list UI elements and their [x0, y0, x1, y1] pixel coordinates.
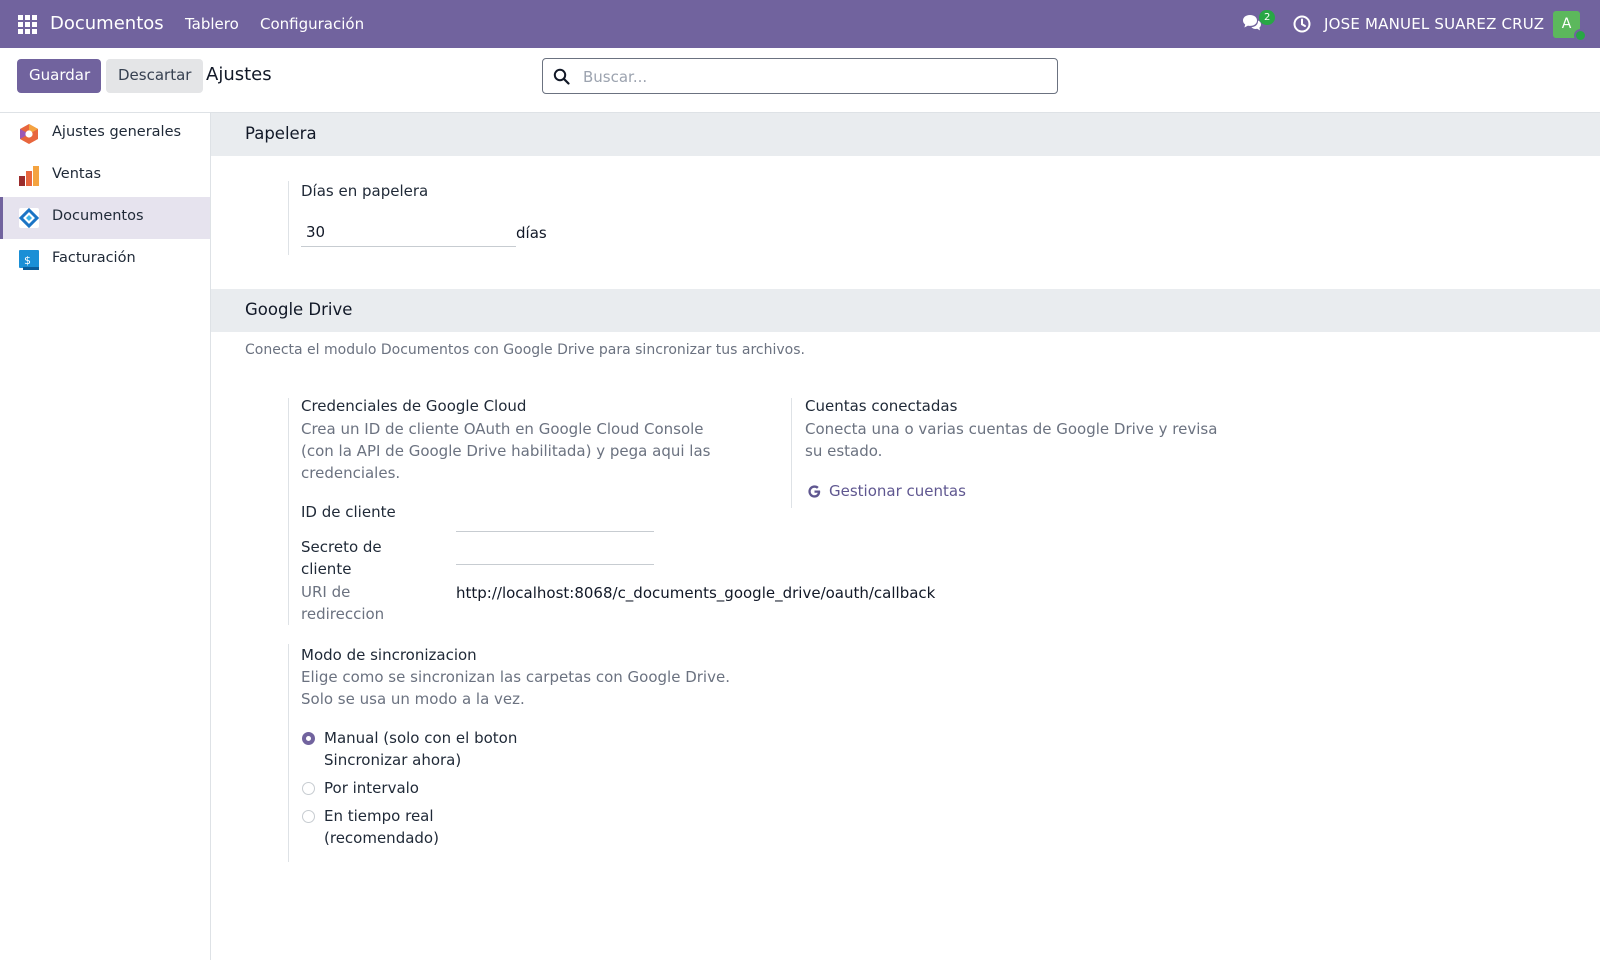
menu-configuracion[interactable]: Configuración	[260, 15, 364, 33]
save-button[interactable]: Guardar	[17, 59, 101, 93]
app-brand[interactable]: Documentos	[50, 13, 164, 34]
redirect-uri-label-line: URI de	[301, 583, 351, 601]
section-title: Papelera	[245, 124, 317, 143]
radio-manual[interactable]	[302, 732, 315, 745]
client-secret-label-line: Secreto de	[301, 538, 382, 556]
redirect-uri-label-line: redireccion	[301, 605, 385, 623]
credentials-help-line: credenciales.	[301, 464, 401, 482]
sidebar-item-label: Ajustes generales	[52, 124, 182, 140]
user-menu[interactable]: JOSE MANUEL SUAREZ CRUZ	[1324, 15, 1544, 33]
activity-clock-icon[interactable]	[1293, 15, 1311, 33]
section-papelera-header: Papelera	[211, 113, 1600, 156]
redirect-uri-label: URI de redireccion	[301, 581, 384, 625]
chat-count-badge: 2	[1259, 10, 1276, 25]
google-icon	[808, 485, 821, 498]
client-secret-input[interactable]	[456, 538, 654, 565]
top-navbar: Documentos Tablero Configuración 2 JOSE …	[0, 0, 1600, 48]
radio-realtime[interactable]	[302, 810, 315, 823]
search-icon	[553, 68, 570, 85]
accounts-title: Cuentas conectadas	[805, 397, 958, 415]
credentials-help-line: Crea un ID de cliente OAuth en Google Cl…	[301, 420, 704, 438]
sync-mode-title: Modo de sincronizacion	[301, 646, 477, 664]
manage-accounts-button[interactable]: Gestionar cuentas	[807, 481, 997, 503]
manage-accounts-label: Gestionar cuentas	[829, 482, 966, 500]
radio-label-line: Manual (solo con el boton	[324, 729, 518, 747]
search-box[interactable]	[542, 58, 1058, 94]
radio-label: Manual (solo con el boton Sincronizar ah…	[324, 727, 517, 771]
radio-interval[interactable]	[302, 782, 315, 795]
online-status-dot	[1574, 29, 1587, 42]
setting-divider	[288, 398, 289, 625]
sidebar-item-label: Facturación	[52, 250, 136, 266]
credentials-help-line: (con la API de Google Drive habilitada) …	[301, 442, 711, 460]
discard-button[interactable]: Descartar	[106, 59, 203, 93]
sidebar-item-ventas[interactable]: Ventas	[0, 155, 210, 197]
control-panel: Guardar Descartar Ajustes	[0, 48, 1600, 113]
trash-days-label: Días en papelera	[301, 182, 429, 200]
client-secret-label: Secreto de cliente	[301, 536, 382, 580]
sync-help-line: Elige como se sincronizan las carpetas c…	[301, 668, 730, 686]
redirect-uri-value: http://localhost:8068/c_documents_google…	[456, 584, 936, 602]
sidebar-item-documentos[interactable]: Documentos	[0, 197, 210, 239]
search-input[interactable]	[581, 65, 1045, 89]
setting-divider	[288, 644, 289, 862]
accounts-help-line: Conecta una o varias cuentas de Google D…	[805, 420, 1218, 438]
svg-text:$: $	[24, 254, 31, 267]
setting-divider	[791, 398, 792, 508]
menu-tablero[interactable]: Tablero	[185, 15, 239, 33]
trash-days-field[interactable]: 30	[301, 218, 516, 247]
sales-app-icon	[19, 166, 39, 186]
invoicing-app-icon: $	[19, 250, 39, 270]
radio-label: Por intervalo	[324, 779, 419, 797]
radio-label: En tiempo real (recomendado)	[324, 805, 439, 849]
documents-app-icon	[18, 207, 40, 229]
credentials-title: Credenciales de Google Cloud	[301, 397, 527, 415]
setting-divider	[288, 181, 289, 255]
client-id-label: ID de cliente	[301, 503, 396, 521]
section-title: Google Drive	[245, 300, 353, 319]
radio-label-line: Sincronizar ahora)	[324, 751, 462, 769]
trash-days-value: 30	[306, 223, 326, 241]
sidebar-item-ajustes-generales[interactable]: Ajustes generales	[0, 113, 210, 155]
settings-sidebar: Ajustes generales Ventas Documentos $ Fa…	[0, 113, 211, 960]
settings-app-icon	[20, 124, 38, 144]
section-google-drive-header: Google Drive	[211, 289, 1600, 332]
apps-menu-icon[interactable]	[18, 15, 37, 34]
page-title: Ajustes	[206, 64, 272, 85]
accounts-help-line: su estado.	[805, 442, 883, 460]
radio-label-line: En tiempo real	[324, 807, 434, 825]
client-secret-label-line: cliente	[301, 560, 352, 578]
radio-label-line: (recomendado)	[324, 829, 439, 847]
sync-help-line: Solo se usa un modo a la vez.	[301, 690, 525, 708]
client-id-input[interactable]	[456, 505, 654, 532]
sidebar-item-label: Ventas	[52, 166, 102, 182]
sidebar-item-label: Documentos	[52, 208, 144, 224]
section-description: Conecta el modulo Documentos con Google …	[245, 342, 805, 358]
trash-days-unit: días	[516, 224, 547, 242]
sidebar-item-facturacion[interactable]: $ Facturación	[0, 239, 210, 281]
